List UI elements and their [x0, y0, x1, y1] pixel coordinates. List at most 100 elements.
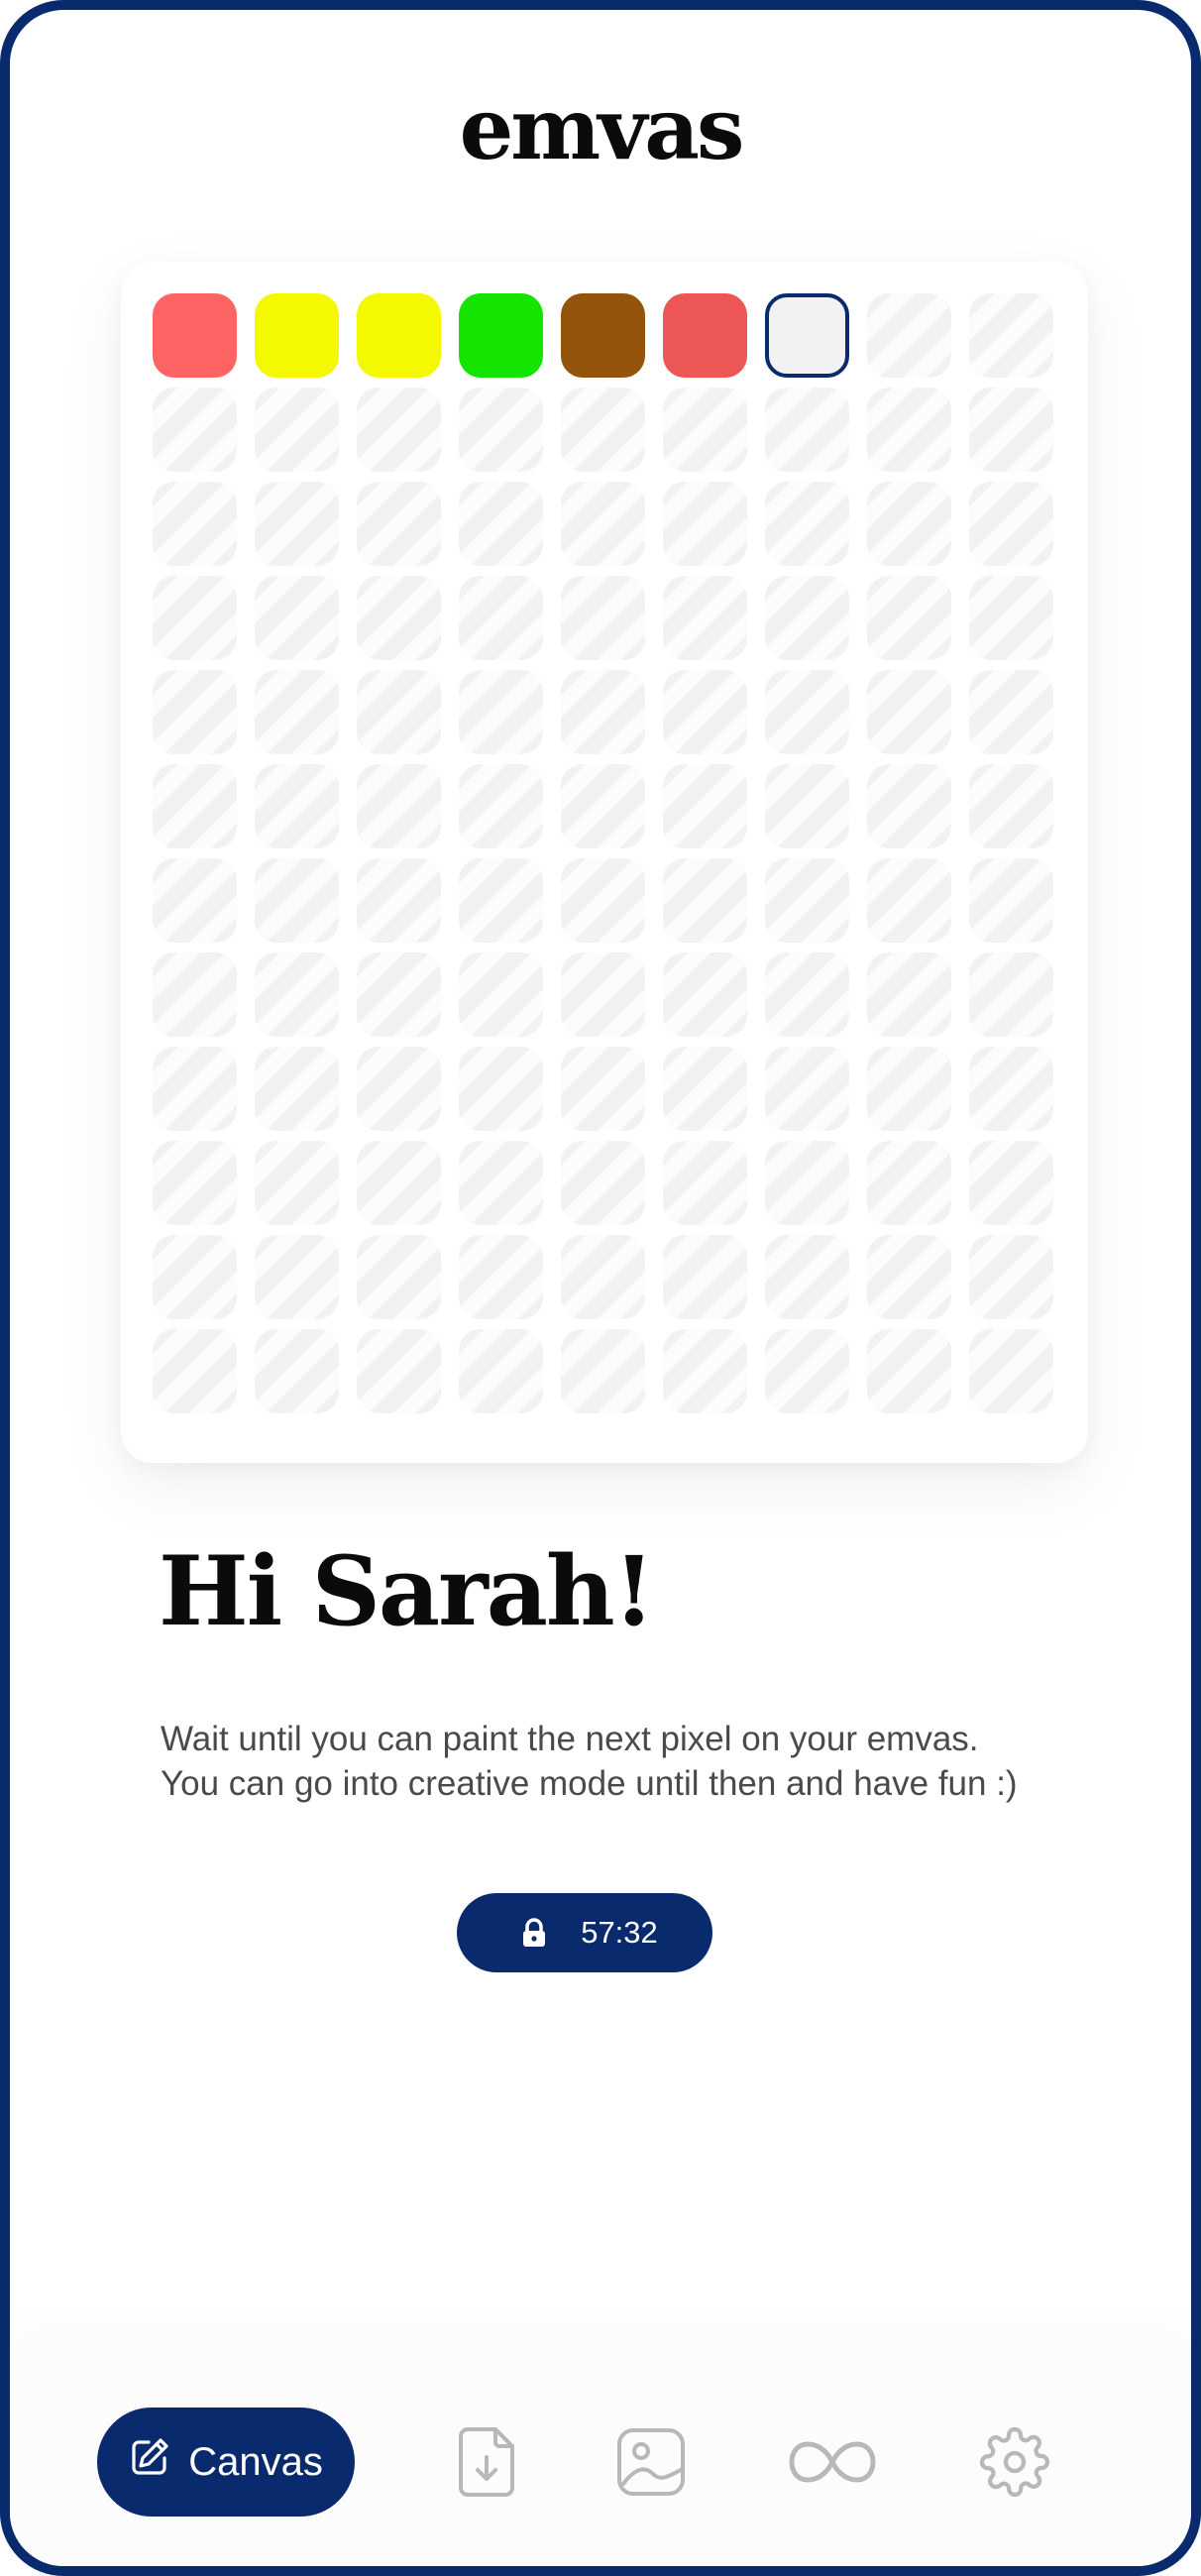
empty-pixel[interactable] — [357, 576, 441, 660]
empty-pixel[interactable] — [867, 576, 951, 660]
empty-pixel[interactable] — [765, 952, 849, 1037]
empty-pixel[interactable] — [969, 1141, 1053, 1225]
empty-pixel[interactable] — [153, 858, 237, 943]
empty-pixel[interactable] — [255, 482, 339, 566]
infinity-icon[interactable] — [788, 2424, 877, 2500]
nav-canvas-button[interactable]: Canvas — [97, 2408, 355, 2517]
empty-pixel[interactable] — [765, 1047, 849, 1131]
empty-pixel[interactable] — [663, 858, 747, 943]
empty-pixel[interactable] — [459, 576, 543, 660]
empty-pixel[interactable] — [867, 293, 951, 378]
empty-pixel[interactable] — [459, 1141, 543, 1225]
empty-pixel[interactable] — [153, 670, 237, 754]
empty-pixel[interactable] — [561, 1329, 645, 1413]
empty-pixel[interactable] — [357, 1047, 441, 1131]
empty-pixel[interactable] — [459, 1329, 543, 1413]
empty-pixel[interactable] — [459, 1235, 543, 1319]
image-icon[interactable] — [613, 2424, 689, 2500]
empty-pixel[interactable] — [867, 952, 951, 1037]
empty-pixel[interactable] — [255, 388, 339, 472]
empty-pixel[interactable] — [459, 952, 543, 1037]
empty-pixel[interactable] — [357, 764, 441, 848]
empty-pixel[interactable] — [663, 952, 747, 1037]
empty-pixel[interactable] — [765, 576, 849, 660]
empty-pixel[interactable] — [867, 1235, 951, 1319]
empty-pixel[interactable] — [867, 858, 951, 943]
painted-pixel[interactable] — [255, 293, 339, 378]
download-file-icon[interactable] — [449, 2424, 524, 2500]
empty-pixel[interactable] — [357, 482, 441, 566]
empty-pixel[interactable] — [357, 858, 441, 943]
empty-pixel[interactable] — [459, 858, 543, 943]
empty-pixel[interactable] — [255, 858, 339, 943]
empty-pixel[interactable] — [969, 952, 1053, 1037]
empty-pixel[interactable] — [969, 576, 1053, 660]
empty-pixel[interactable] — [867, 482, 951, 566]
empty-pixel[interactable] — [765, 764, 849, 848]
empty-pixel[interactable] — [561, 1047, 645, 1131]
empty-pixel[interactable] — [663, 1047, 747, 1131]
painted-pixel[interactable] — [153, 293, 237, 378]
empty-pixel[interactable] — [561, 764, 645, 848]
empty-pixel[interactable] — [765, 1329, 849, 1413]
empty-pixel[interactable] — [459, 1047, 543, 1131]
empty-pixel[interactable] — [663, 482, 747, 566]
empty-pixel[interactable] — [663, 388, 747, 472]
empty-pixel[interactable] — [765, 670, 849, 754]
painted-pixel[interactable] — [663, 293, 747, 378]
empty-pixel[interactable] — [255, 1141, 339, 1225]
empty-pixel[interactable] — [765, 388, 849, 472]
empty-pixel[interactable] — [663, 1329, 747, 1413]
empty-pixel[interactable] — [255, 576, 339, 660]
empty-pixel[interactable] — [867, 764, 951, 848]
empty-pixel[interactable] — [459, 670, 543, 754]
empty-pixel[interactable] — [459, 764, 543, 848]
empty-pixel[interactable] — [357, 670, 441, 754]
empty-pixel[interactable] — [255, 764, 339, 848]
empty-pixel[interactable] — [153, 952, 237, 1037]
empty-pixel[interactable] — [867, 388, 951, 472]
empty-pixel[interactable] — [969, 858, 1053, 943]
empty-pixel[interactable] — [153, 388, 237, 472]
empty-pixel[interactable] — [357, 1235, 441, 1319]
empty-pixel[interactable] — [255, 1329, 339, 1413]
painted-pixel[interactable] — [459, 293, 543, 378]
empty-pixel[interactable] — [867, 1047, 951, 1131]
empty-pixel[interactable] — [969, 1047, 1053, 1131]
selected-pixel[interactable] — [765, 293, 849, 378]
empty-pixel[interactable] — [255, 1047, 339, 1131]
empty-pixel[interactable] — [153, 1235, 237, 1319]
empty-pixel[interactable] — [663, 1141, 747, 1225]
empty-pixel[interactable] — [765, 1235, 849, 1319]
empty-pixel[interactable] — [459, 482, 543, 566]
empty-pixel[interactable] — [969, 1329, 1053, 1413]
empty-pixel[interactable] — [969, 670, 1053, 754]
empty-pixel[interactable] — [663, 1235, 747, 1319]
empty-pixel[interactable] — [153, 1141, 237, 1225]
gear-icon[interactable] — [977, 2424, 1052, 2500]
empty-pixel[interactable] — [153, 764, 237, 848]
empty-pixel[interactable] — [969, 482, 1053, 566]
empty-pixel[interactable] — [561, 952, 645, 1037]
empty-pixel[interactable] — [153, 482, 237, 566]
empty-pixel[interactable] — [561, 1141, 645, 1225]
empty-pixel[interactable] — [561, 388, 645, 472]
empty-pixel[interactable] — [867, 1329, 951, 1413]
empty-pixel[interactable] — [561, 1235, 645, 1319]
empty-pixel[interactable] — [459, 388, 543, 472]
empty-pixel[interactable] — [255, 670, 339, 754]
empty-pixel[interactable] — [969, 293, 1053, 378]
empty-pixel[interactable] — [561, 576, 645, 660]
empty-pixel[interactable] — [663, 576, 747, 660]
empty-pixel[interactable] — [969, 388, 1053, 472]
empty-pixel[interactable] — [255, 1235, 339, 1319]
empty-pixel[interactable] — [867, 1141, 951, 1225]
empty-pixel[interactable] — [969, 764, 1053, 848]
empty-pixel[interactable] — [357, 388, 441, 472]
empty-pixel[interactable] — [357, 1141, 441, 1225]
painted-pixel[interactable] — [561, 293, 645, 378]
empty-pixel[interactable] — [663, 670, 747, 754]
empty-pixel[interactable] — [561, 858, 645, 943]
empty-pixel[interactable] — [765, 858, 849, 943]
empty-pixel[interactable] — [153, 1329, 237, 1413]
